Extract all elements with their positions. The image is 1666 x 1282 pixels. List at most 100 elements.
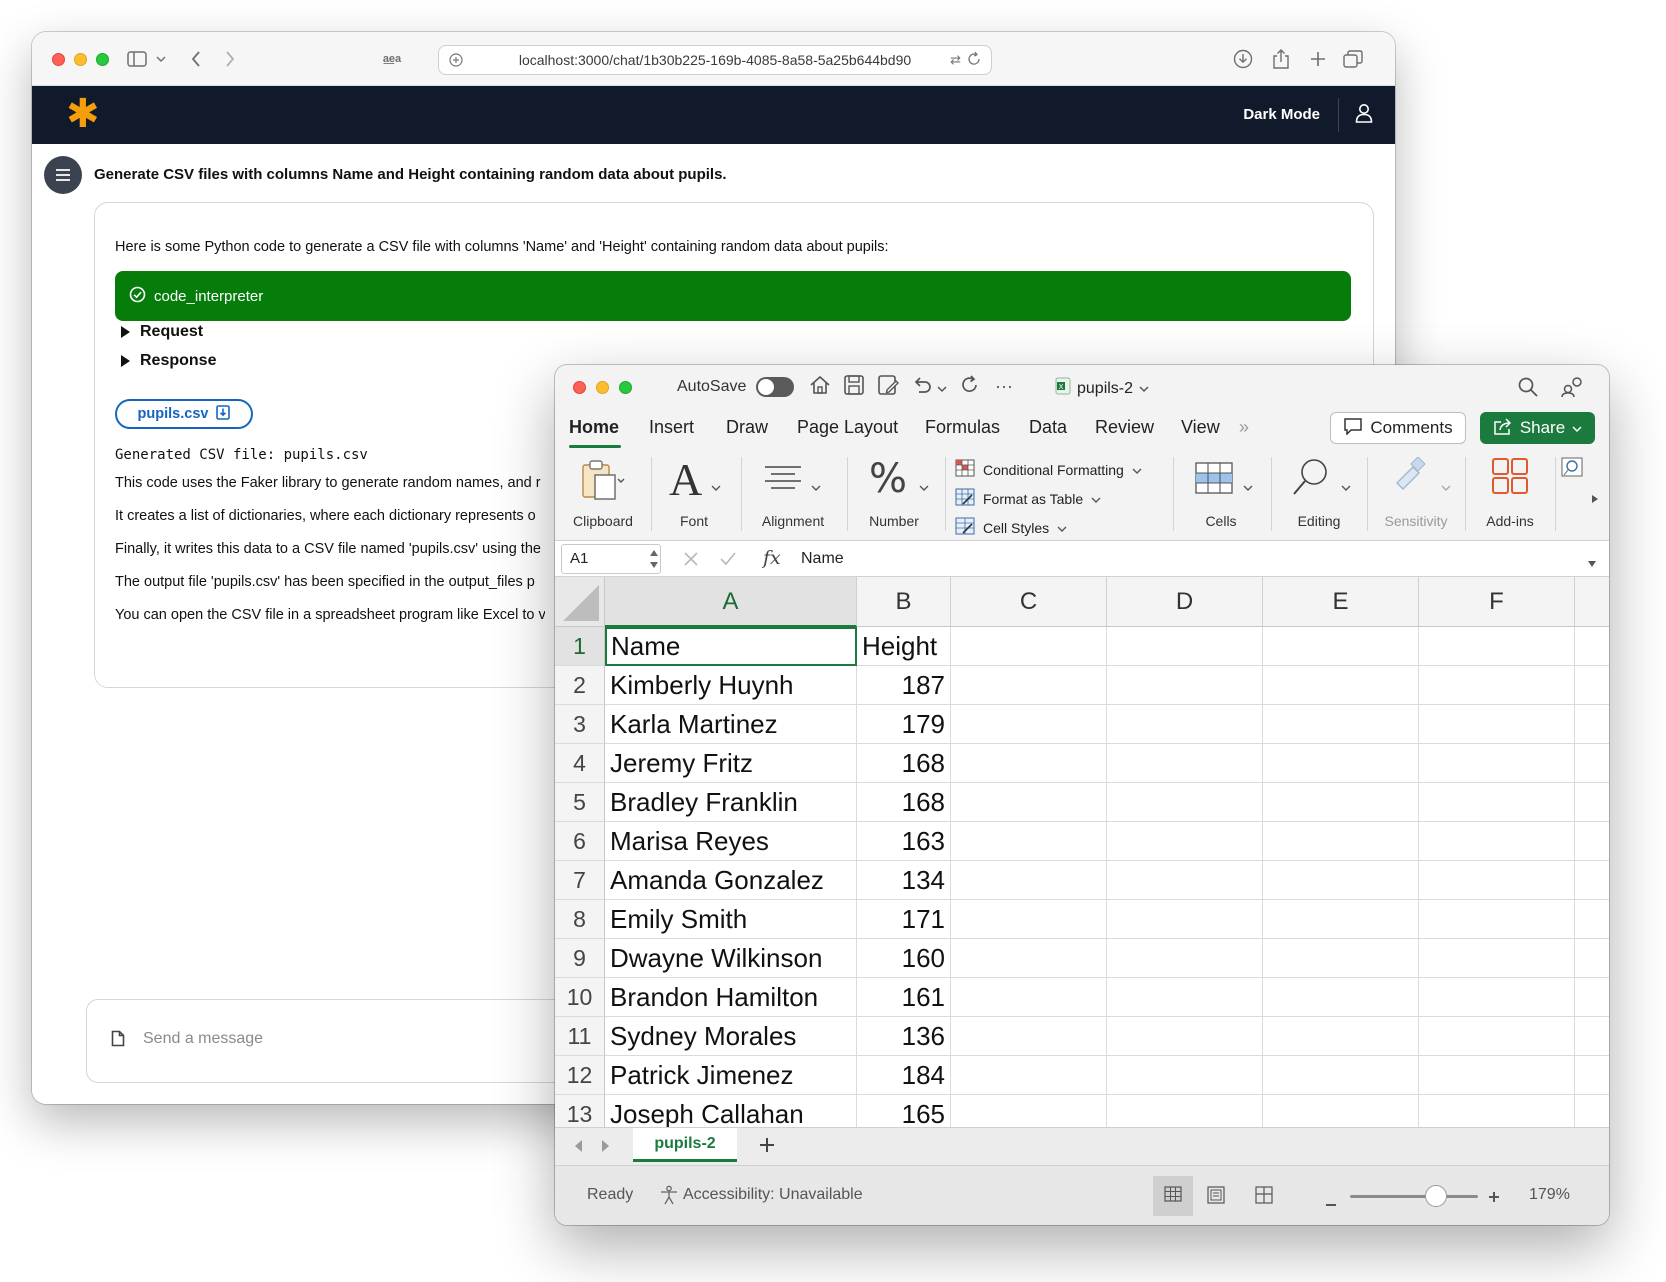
cell-empty[interactable] — [1575, 627, 1609, 666]
cell-empty[interactable] — [1263, 822, 1419, 861]
share-icon[interactable] — [1270, 46, 1292, 72]
expand-formula-bar-icon[interactable] — [1587, 555, 1597, 573]
file-name[interactable]: X pupils-2 — [1055, 377, 1149, 400]
cell-name[interactable]: Dwayne Wilkinson — [605, 939, 857, 978]
cell-name[interactable]: Amanda Gonzalez — [605, 861, 857, 900]
translate-page-icon[interactable]: ⇄ — [950, 52, 961, 68]
cell-empty[interactable] — [951, 939, 1107, 978]
autosave-toggle[interactable] — [756, 377, 794, 397]
cell-empty[interactable] — [1419, 666, 1575, 705]
cell-empty[interactable] — [1263, 939, 1419, 978]
translate-icon[interactable]: a͟ea — [380, 46, 404, 72]
more-icon[interactable]: ··· — [995, 376, 1013, 397]
cell-empty[interactable] — [951, 744, 1107, 783]
cell-empty[interactable] — [1575, 783, 1609, 822]
cell-empty[interactable] — [1575, 939, 1609, 978]
cell-height[interactable]: 161 — [857, 978, 951, 1017]
column-header-e[interactable]: E — [1263, 577, 1419, 627]
column-header-f[interactable]: F — [1419, 577, 1575, 627]
cell-empty[interactable] — [1263, 1017, 1419, 1056]
zoom-out-icon[interactable] — [1325, 1194, 1337, 1212]
response-disclosure[interactable]: Response — [121, 352, 216, 370]
more-tabs-icon[interactable]: » — [1239, 417, 1249, 438]
cell-empty[interactable] — [1107, 1095, 1263, 1127]
cell-empty[interactable] — [951, 1017, 1107, 1056]
new-tab-icon[interactable] — [1308, 46, 1328, 72]
cell-name[interactable]: Marisa Reyes — [605, 822, 857, 861]
cell-height[interactable]: 168 — [857, 783, 951, 822]
message-input[interactable] — [143, 1024, 543, 1054]
cell-empty[interactable] — [1263, 705, 1419, 744]
spreadsheet-grid[interactable]: ABCDEF 1 Name Height 2 Kimberly Huynh 187 3 Kar… — [555, 577, 1609, 1127]
cell-empty[interactable] — [1263, 744, 1419, 783]
cell-empty[interactable] — [1575, 822, 1609, 861]
tab-formulas[interactable]: Formulas — [925, 417, 1000, 438]
sheet-tab-pupils-2[interactable]: pupils-2 — [633, 1128, 737, 1162]
downloads-icon[interactable] — [1232, 46, 1254, 72]
cell-empty[interactable] — [1419, 861, 1575, 900]
cell-height[interactable]: 165 — [857, 1095, 951, 1127]
cell-empty[interactable] — [951, 666, 1107, 705]
cell-empty[interactable] — [1419, 705, 1575, 744]
cell-height[interactable]: 136 — [857, 1017, 951, 1056]
cell-empty[interactable] — [1419, 978, 1575, 1017]
zoom-slider-knob[interactable] — [1425, 1185, 1447, 1207]
cell-empty[interactable] — [951, 861, 1107, 900]
cell-empty[interactable] — [951, 705, 1107, 744]
column-header-g[interactable] — [1575, 577, 1609, 627]
cell-empty[interactable] — [1419, 1056, 1575, 1095]
cell-empty[interactable] — [1419, 1017, 1575, 1056]
comments-button[interactable]: Comments — [1330, 412, 1466, 444]
close-window-button[interactable] — [52, 53, 65, 66]
column-header-d[interactable]: D — [1107, 577, 1263, 627]
cell-empty[interactable] — [1575, 861, 1609, 900]
cell-empty[interactable] — [1263, 783, 1419, 822]
cell-empty[interactable] — [1107, 744, 1263, 783]
add-sheet-icon[interactable] — [759, 1137, 775, 1158]
font-group[interactable]: A Font — [655, 449, 733, 539]
cell-empty[interactable] — [1107, 939, 1263, 978]
row-header[interactable]: 9 — [555, 939, 605, 978]
clipboard-group[interactable]: Clipboard — [563, 449, 643, 539]
confirm-edit-icon[interactable] — [719, 551, 737, 572]
cell-empty[interactable] — [1575, 705, 1609, 744]
scroll-sheets-left-icon[interactable] — [573, 1139, 583, 1158]
cell-empty[interactable] — [1107, 783, 1263, 822]
name-box[interactable]: A1 — [561, 544, 661, 574]
formula-value[interactable]: Name — [801, 550, 844, 568]
row-header[interactable]: 11 — [555, 1017, 605, 1056]
tab-view[interactable]: View — [1181, 417, 1220, 438]
tab-home[interactable]: Home — [569, 417, 619, 438]
conditional-formatting-button[interactable]: Conditional Formatting — [955, 459, 1142, 480]
page-layout-view-icon[interactable] — [1207, 1186, 1225, 1209]
save-as-icon[interactable] — [877, 374, 899, 401]
menu-icon[interactable] — [44, 156, 82, 194]
row-header[interactable]: 6 — [555, 822, 605, 861]
cell-empty[interactable] — [1107, 666, 1263, 705]
tab-insert[interactable]: Insert — [649, 417, 694, 438]
cell-empty[interactable] — [1263, 627, 1419, 666]
ribbon-scroll-right-icon[interactable] — [1591, 491, 1599, 509]
cell-height[interactable]: 179 — [857, 705, 951, 744]
undo-dropdown-chevron-icon[interactable] — [937, 380, 947, 398]
minimize-window-button[interactable] — [74, 53, 87, 66]
cell-empty[interactable] — [1419, 1095, 1575, 1127]
column-header-b[interactable]: B — [857, 577, 951, 627]
column-header-c[interactable]: C — [951, 577, 1107, 627]
cell-empty[interactable] — [1575, 666, 1609, 705]
zoom-level[interactable]: 179% — [1529, 1186, 1570, 1204]
cell-name[interactable]: Brandon Hamilton — [605, 978, 857, 1017]
sensitivity-group[interactable]: Sensitivity — [1369, 449, 1463, 539]
select-all-corner[interactable] — [555, 577, 605, 627]
format-as-table-button[interactable]: Format as Table — [955, 488, 1101, 509]
cell-empty[interactable] — [1419, 939, 1575, 978]
cell-empty[interactable] — [1575, 744, 1609, 783]
row-header[interactable]: 2 — [555, 666, 605, 705]
cell-empty[interactable] — [1107, 861, 1263, 900]
cell-empty[interactable] — [1575, 1056, 1609, 1095]
row-header[interactable]: 4 — [555, 744, 605, 783]
search-icon[interactable] — [1517, 376, 1539, 403]
chevron-down-icon[interactable] — [154, 46, 168, 72]
cell-empty[interactable] — [1107, 822, 1263, 861]
dark-mode-button[interactable]: Dark Mode — [1243, 106, 1320, 123]
